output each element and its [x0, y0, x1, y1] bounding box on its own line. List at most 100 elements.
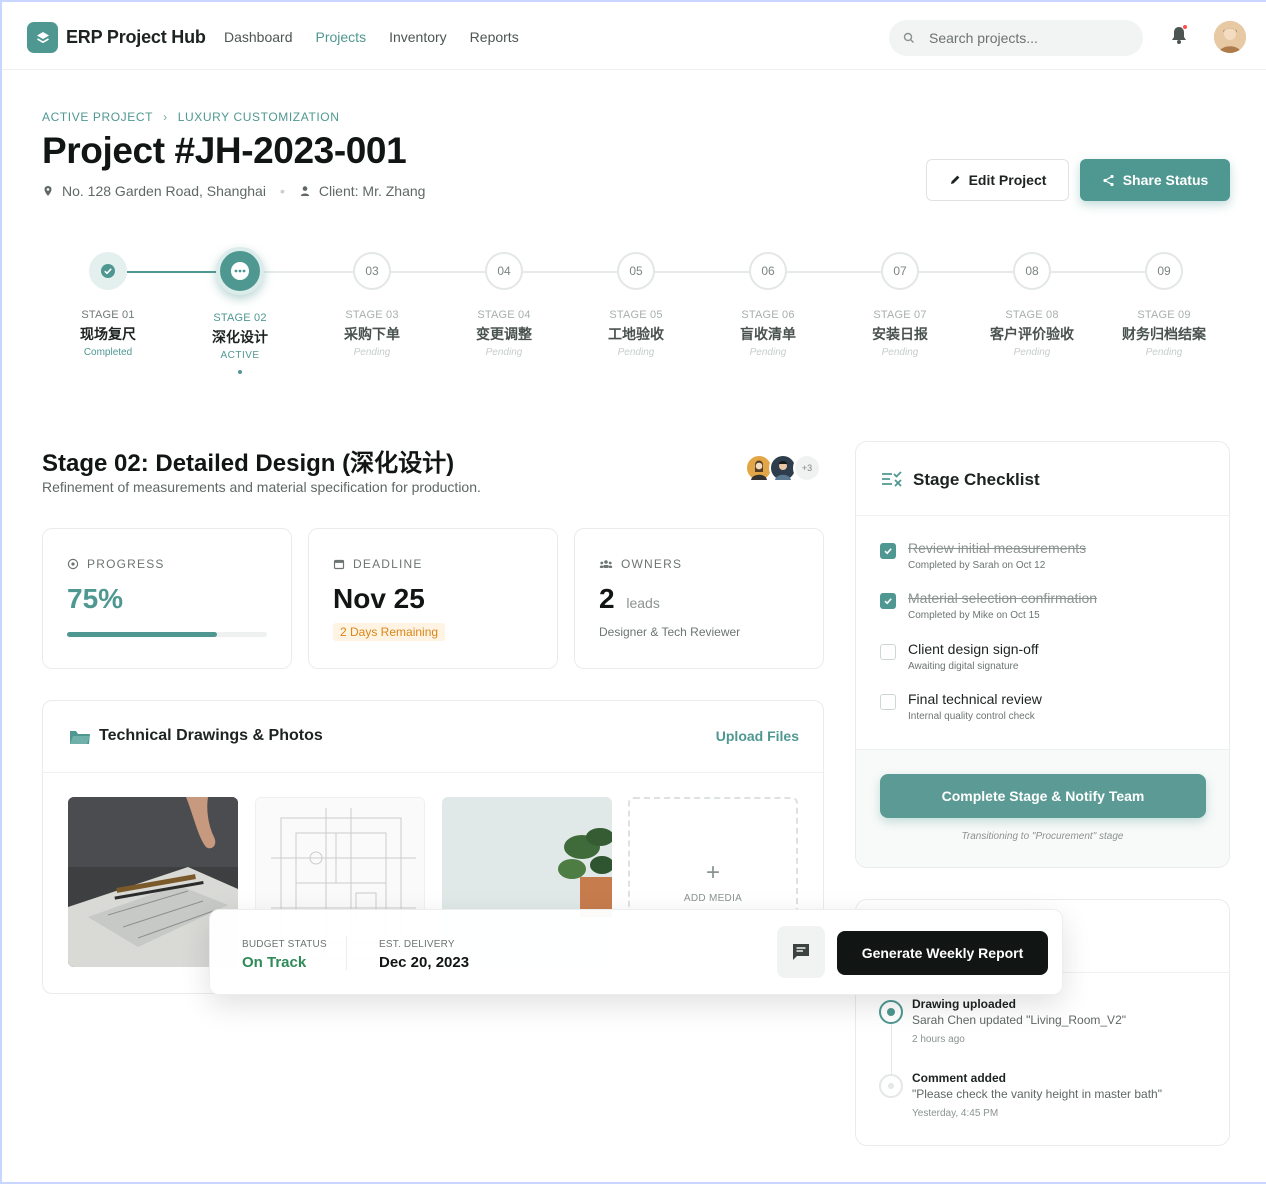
media-title: Technical Drawings & Photos [99, 727, 323, 744]
chat-bubble-icon [793, 944, 809, 960]
active-stage-indicator [238, 370, 242, 374]
progress-label: PROGRESS [67, 557, 165, 571]
activity-title: Comment added [912, 1071, 1007, 1085]
chevron-right-icon: › [163, 110, 168, 124]
owners-label: OWNERS [599, 557, 682, 571]
breadcrumb-luxury-customization[interactable]: LUXURY CUSTOMIZATION [178, 110, 340, 124]
stage-08-status: Pending [1013, 347, 1051, 358]
chat-button[interactable] [777, 926, 825, 978]
stage-03-name: 采购下单 [344, 326, 400, 342]
deadline-label-text: DEADLINE [353, 557, 423, 571]
deadline-card: DEADLINE Nov 25 2 Days Remaining [308, 528, 558, 669]
nav-projects[interactable]: Projects [316, 29, 367, 45]
timeline-dot [879, 1074, 903, 1098]
calendar-icon [333, 559, 345, 570]
owners-unit: leads [626, 595, 660, 611]
check-circle-icon [101, 264, 115, 278]
stage-02-circle[interactable] [216, 247, 264, 295]
stage-04-number: STAGE 04 [477, 309, 531, 321]
stage-09-circle[interactable]: 09 [1145, 252, 1183, 290]
nav-inventory[interactable]: Inventory [389, 29, 447, 45]
checkbox-checked[interactable] [880, 593, 896, 609]
search-input[interactable] [929, 30, 1119, 46]
search-box [889, 20, 1143, 56]
edit-project-button[interactable]: Edit Project [926, 159, 1069, 201]
stage-03-circle[interactable]: 03 [353, 252, 391, 290]
checklist-item-sub: Internal quality control check [908, 711, 1035, 722]
stage-04-label: STAGE 04 变更调整 Pending [444, 309, 564, 358]
app-logo[interactable] [27, 22, 58, 53]
stage-06-name: 盲收清单 [740, 326, 796, 342]
generate-weekly-report-button[interactable]: Generate Weekly Report [837, 931, 1048, 975]
stage-07-circle[interactable]: 07 [881, 252, 919, 290]
share-status-button[interactable]: Share Status [1080, 159, 1230, 201]
checkbox-unchecked[interactable] [880, 694, 896, 710]
activity-time: 2 hours ago [912, 1034, 965, 1045]
project-client: Client: Mr. Zhang [318, 183, 426, 199]
more-owners-badge[interactable]: +3 [793, 454, 821, 482]
stage-09-number: STAGE 09 [1137, 309, 1191, 321]
checkbox-unchecked[interactable] [880, 644, 896, 660]
owners-value: 2 leads [599, 583, 660, 615]
owners-label-text: OWNERS [621, 557, 683, 571]
stage-checklist-card: Stage Checklist Review initial measureme… [855, 441, 1230, 868]
stage-05-number: STAGE 05 [609, 309, 663, 321]
stage-04-circle[interactable]: 04 [485, 252, 523, 290]
layers-icon [36, 31, 49, 43]
budget-status-label: BUDGET STATUS [242, 939, 327, 950]
stage-subtitle: Refinement of measurements and material … [42, 479, 481, 495]
folder-icon [70, 731, 90, 744]
stage-02-name: 深化设计 [212, 329, 268, 345]
complete-stage-button[interactable]: Complete Stage & Notify Team [880, 774, 1206, 818]
user-avatar[interactable] [1214, 21, 1246, 53]
stage-09-status: Pending [1145, 347, 1183, 358]
stage-06-circle[interactable]: 06 [749, 252, 787, 290]
stage-07-number: STAGE 07 [873, 309, 927, 321]
stage-09-label: STAGE 09 财务归档结案 Pending [1104, 309, 1224, 358]
checklist-title: Stage Checklist [913, 470, 1040, 489]
main-nav: Dashboard Projects Inventory Reports [224, 29, 542, 45]
nav-reports[interactable]: Reports [470, 29, 519, 45]
delivery-label: EST. DELIVERY [379, 939, 455, 950]
activity-timeline-line [891, 1020, 892, 1080]
stage-01-circle[interactable] [89, 252, 127, 290]
progress-card: PROGRESS 75% [42, 528, 292, 669]
stage-04-status: Pending [485, 347, 523, 358]
stage-stepper: 03 04 05 06 07 08 09 STAGE 01 现场复尺 Compl… [0, 240, 1266, 380]
stage-06-status: Pending [749, 347, 787, 358]
owners-count: 2 [599, 583, 615, 614]
stage-01-status: Completed [83, 347, 133, 358]
add-media-label: ADD MEDIA [683, 892, 743, 904]
budget-status-value: On Track [242, 954, 307, 971]
stage-02-status: ACTIVE [220, 350, 260, 361]
checklist-item-title: Client design sign-off [908, 641, 1039, 657]
progress-bar-fill [67, 632, 217, 637]
stage-01-label: STAGE 01 现场复尺 Completed [48, 309, 168, 358]
stage-08-circle[interactable]: 08 [1013, 252, 1051, 290]
person-portrait-icon [775, 461, 791, 480]
person-portrait-icon [751, 460, 767, 480]
stage-03-label: STAGE 03 采购下单 Pending [312, 309, 432, 358]
stage-02-label: STAGE 02 深化设计 ACTIVE [180, 312, 300, 361]
top-bar: ERP Project Hub Dashboard Projects Inven… [0, 0, 1266, 70]
activity-time: Yesterday, 4:45 PM [912, 1108, 999, 1119]
notifications-button[interactable] [1168, 24, 1190, 46]
stage-03-status: Pending [353, 347, 391, 358]
share-icon [1103, 174, 1114, 186]
owner-avatars[interactable]: +3 [745, 454, 821, 482]
checklist-item-title: Material selection confirmation [908, 590, 1098, 606]
stage-05-status: Pending [617, 347, 655, 358]
stage-05-circle[interactable]: 05 [617, 252, 655, 290]
stage-03-number: STAGE 03 [345, 309, 399, 321]
checkbox-checked[interactable] [880, 543, 896, 559]
app-title: ERP Project Hub [66, 27, 206, 47]
checklist-item-sub: Completed by Sarah on Oct 12 [908, 560, 1046, 571]
stepper-connector-done [127, 271, 219, 273]
search-icon [903, 32, 914, 43]
checklist-header: Stage Checklist [856, 442, 1229, 516]
plus-icon: + [705, 858, 720, 886]
group-icon [599, 560, 613, 568]
upload-files-link[interactable]: Upload Files [716, 728, 799, 744]
breadcrumb-active-project[interactable]: ACTIVE PROJECT [42, 110, 153, 124]
nav-dashboard[interactable]: Dashboard [224, 29, 293, 45]
